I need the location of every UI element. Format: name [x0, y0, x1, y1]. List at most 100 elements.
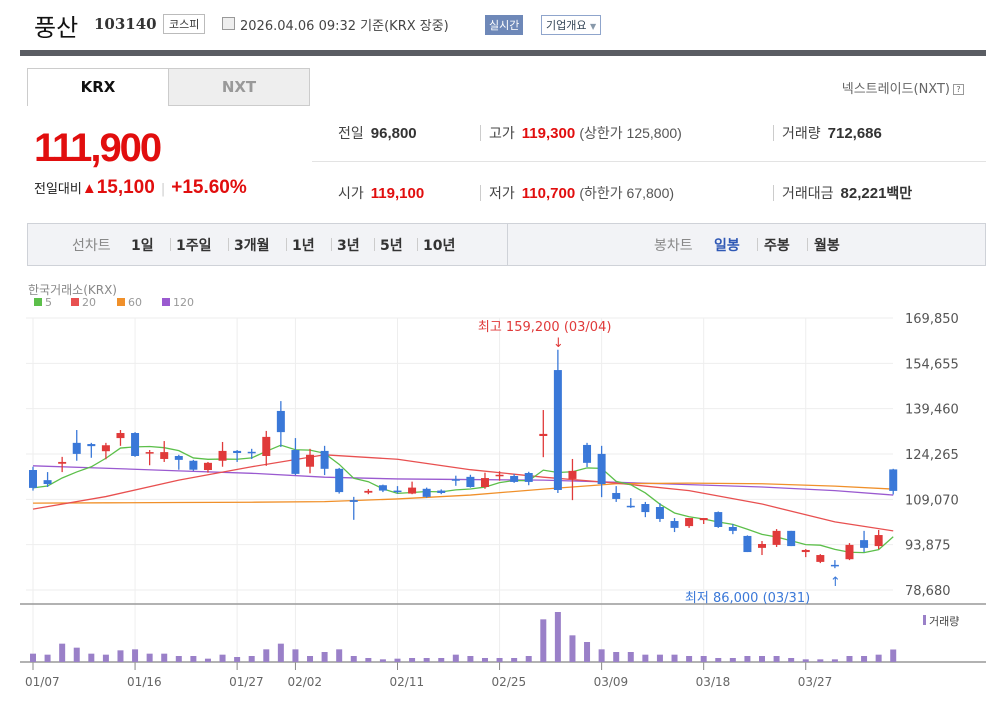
corp-info-dropdown[interactable]: 기업개요 ▼	[541, 15, 602, 35]
volume-bar	[350, 656, 357, 662]
candle-body	[320, 450, 329, 469]
high-label: 고가	[489, 126, 515, 142]
volume-bar	[817, 659, 824, 662]
x-tick-label: 03/18	[696, 675, 731, 689]
change-label: 전일대비	[34, 182, 82, 197]
period-6[interactable]: 10년	[423, 235, 455, 255]
candle-body	[553, 370, 562, 490]
x-tick-label: 01/27	[229, 675, 264, 689]
header-divider	[20, 50, 986, 56]
period-4[interactable]: 3년	[337, 235, 360, 255]
candle-body	[437, 490, 446, 493]
volume-bar	[161, 653, 168, 662]
volume-bar	[861, 656, 868, 662]
candle-body	[787, 530, 796, 547]
period-0[interactable]: 1일	[131, 235, 154, 255]
basis: 기준(KRX 장중)	[360, 19, 449, 34]
volume-bar	[671, 654, 678, 662]
divider: |	[160, 182, 166, 197]
nxt-link[interactable]: 넥스트레이드(NXT)?	[842, 78, 964, 97]
amount-unit: 백만	[886, 185, 913, 201]
x-tick-label: 03/27	[798, 675, 833, 689]
volume-bar	[642, 654, 649, 662]
candle-body	[451, 479, 460, 481]
candle-body	[597, 453, 606, 485]
stock-code: 103140	[94, 15, 157, 33]
divider	[480, 185, 481, 201]
candlestick-chart[interactable]: 169,850 154,655 139,460 124,265 109,070 93,87…	[0, 300, 986, 709]
candle-body	[276, 410, 285, 433]
y-tick-label: 78,680	[905, 584, 951, 599]
realtime-button[interactable]: 실시간	[485, 15, 524, 35]
separator	[757, 238, 758, 251]
row-divider	[312, 161, 986, 162]
candle-body	[845, 544, 854, 560]
x-tick-label: 02/02	[287, 675, 322, 689]
period-1[interactable]: 1주일	[176, 235, 212, 255]
candle-body	[860, 540, 869, 548]
candle-body	[145, 452, 154, 454]
datetime: 2026.04.06 09:32	[240, 19, 357, 34]
volume-bar	[598, 649, 605, 662]
candle-body	[393, 490, 402, 493]
candle-body	[889, 469, 898, 491]
volume-bar	[481, 658, 488, 662]
current-price: 111,900	[34, 126, 162, 170]
volume-bar	[729, 658, 736, 662]
volume-bar	[686, 656, 693, 662]
separator	[374, 238, 375, 251]
volume-bar	[263, 649, 270, 662]
period-3[interactable]: 1년	[292, 235, 315, 255]
y-tick-label: 154,655	[905, 357, 959, 372]
volume-bar	[656, 654, 663, 662]
candle-body	[466, 476, 475, 488]
separator	[228, 238, 229, 251]
volume-label: 거래량	[782, 126, 821, 142]
volume-bar	[307, 656, 314, 662]
volume-bar	[584, 642, 591, 662]
volume-bar	[88, 653, 95, 662]
candle-body	[495, 474, 504, 477]
volume-bar	[175, 656, 182, 662]
volume-bar	[30, 653, 36, 662]
volume-value: 712,686	[827, 125, 882, 142]
volume-bar	[394, 658, 401, 662]
tab-krx[interactable]: KRX	[27, 68, 169, 106]
volume-bar	[204, 658, 211, 662]
candle-body	[233, 450, 242, 454]
volume-legend: 거래량	[929, 615, 959, 628]
x-tick-label: 01/16	[127, 675, 162, 689]
tab-nxt[interactable]: NXT	[168, 68, 310, 106]
x-tick-label: 01/07	[25, 675, 60, 689]
period-5[interactable]: 5년	[380, 235, 403, 255]
volume-bar	[117, 650, 124, 662]
candle-body	[87, 444, 96, 447]
help-icon[interactable]: ?	[953, 84, 964, 95]
candle-body	[670, 521, 679, 528]
volume-bar	[511, 658, 518, 662]
candle-body	[29, 470, 37, 488]
candle-body	[699, 518, 708, 521]
period-2[interactable]: 3개월	[234, 235, 270, 255]
prev-value: 96,800	[370, 125, 417, 142]
candle-period-1[interactable]: 주봉	[764, 235, 790, 255]
volume-legend-swatch	[923, 615, 926, 625]
change-percent: +15.60%	[171, 177, 247, 198]
candle-body	[714, 512, 723, 527]
separator	[286, 238, 287, 251]
down-arrow-icon: ↓	[553, 336, 564, 351]
volume-bar	[831, 659, 838, 662]
candle-period-2[interactable]: 월봉	[814, 235, 840, 255]
candle-body	[364, 490, 373, 493]
x-tick-label: 02/25	[492, 675, 527, 689]
volume-bar	[700, 656, 707, 662]
low-annotation: 최저 86,000 (03/31)	[685, 591, 810, 606]
market-badge: 코스피	[163, 14, 206, 34]
volume-bar	[292, 649, 299, 662]
candle-period-0[interactable]: 일봉	[714, 235, 740, 255]
up-arrow-icon: ▲	[81, 180, 97, 197]
candle-body	[641, 504, 650, 513]
open-price: 시가 119,100	[338, 183, 424, 203]
volume-bar	[875, 654, 882, 662]
toolbar-divider	[507, 223, 508, 266]
